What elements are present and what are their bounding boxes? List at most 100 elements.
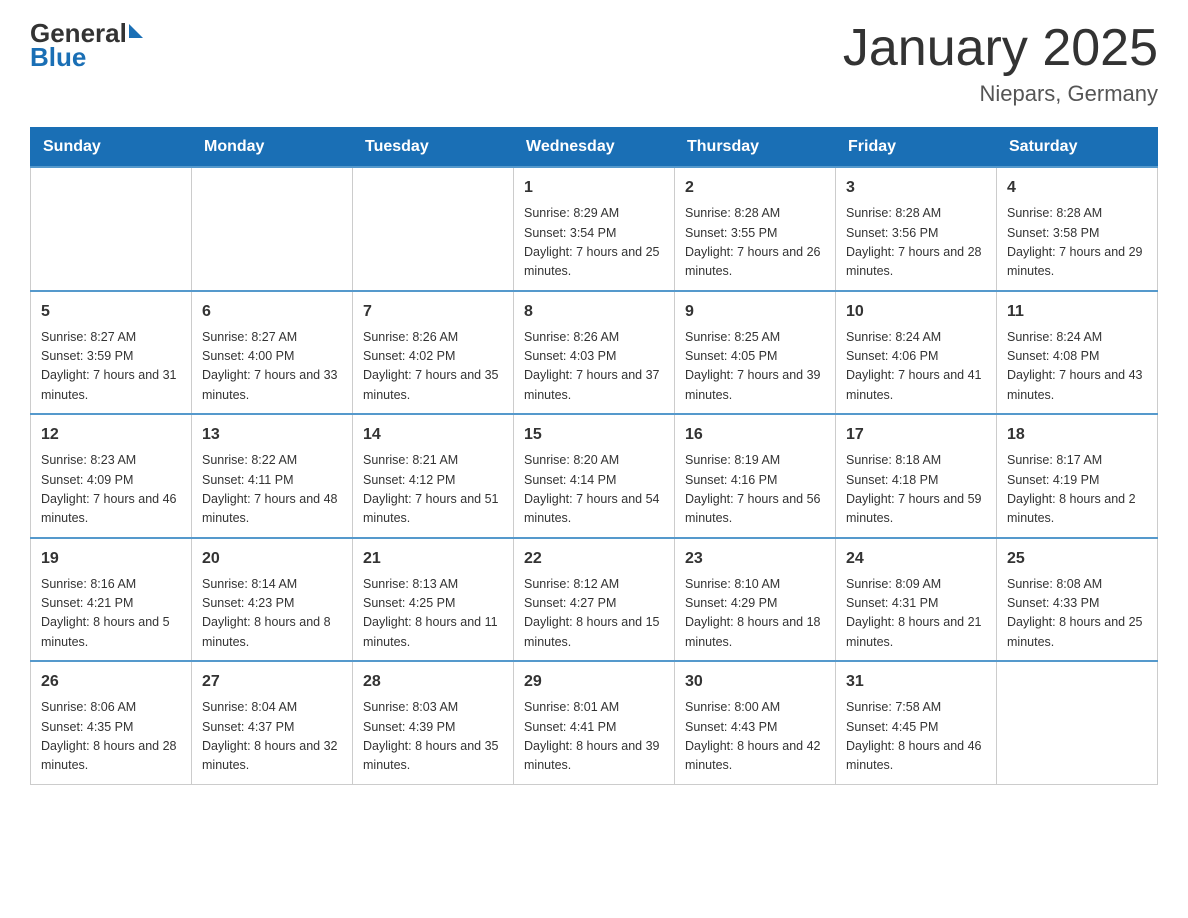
- location-subtitle: Niepars, Germany: [843, 81, 1158, 107]
- day-info: Sunrise: 8:13 AM Sunset: 4:25 PM Dayligh…: [363, 575, 503, 653]
- day-info: Sunrise: 8:04 AM Sunset: 4:37 PM Dayligh…: [202, 698, 342, 776]
- day-info: Sunrise: 8:06 AM Sunset: 4:35 PM Dayligh…: [41, 698, 181, 776]
- day-number: 19: [41, 547, 181, 571]
- calendar-cell: 29 Sunrise: 8:01 AM Sunset: 4:41 PM Dayli…: [514, 661, 675, 784]
- day-info: Sunrise: 8:01 AM Sunset: 4:41 PM Dayligh…: [524, 698, 664, 776]
- column-header-monday: Monday: [192, 128, 353, 168]
- day-info: Sunrise: 8:22 AM Sunset: 4:11 PM Dayligh…: [202, 451, 342, 529]
- calendar-cell: 5Sunrise: 8:27 AM Sunset: 3:59 PM Daylig…: [31, 291, 192, 415]
- calendar-cell: 27Sunrise: 8:04 AM Sunset: 4:37 PM Dayli…: [192, 661, 353, 784]
- calendar-cell: 22 Sunrise: 8:12 AM Sunset: 4:27 PM Dayli…: [514, 538, 675, 662]
- day-number: 10: [846, 300, 986, 324]
- day-number: 29: [524, 670, 664, 694]
- column-header-wednesday: Wednesday: [514, 128, 675, 168]
- calendar-cell: 12 Sunrise: 8:23 AM Sunset: 4:09 PM Dayli…: [31, 414, 192, 538]
- day-number: 6: [202, 300, 342, 324]
- day-number: 1: [524, 176, 664, 200]
- day-info: Sunrise: 8:12 AM Sunset: 4:27 PM Dayligh…: [524, 575, 664, 653]
- day-number: 2: [685, 176, 825, 200]
- calendar-cell: 8 Sunrise: 8:26 AM Sunset: 4:03 PM Daylig…: [514, 291, 675, 415]
- calendar-cell: 28 Sunrise: 8:03 AM Sunset: 4:39 PM Dayli…: [353, 661, 514, 784]
- calendar-cell: 31Sunrise: 7:58 AM Sunset: 4:45 PM Dayli…: [836, 661, 997, 784]
- calendar-cell: 16 Sunrise: 8:19 AM Sunset: 4:16 PM Dayli…: [675, 414, 836, 538]
- title-block: January 2025 Niepars, Germany: [843, 20, 1158, 107]
- calendar-cell: [192, 167, 353, 291]
- day-number: 26: [41, 670, 181, 694]
- day-number: 15: [524, 423, 664, 447]
- day-info: Sunrise: 8:20 AM Sunset: 4:14 PM Dayligh…: [524, 451, 664, 529]
- calendar-table: SundayMondayTuesdayWednesdayThursdayFrid…: [30, 127, 1158, 785]
- day-number: 28: [363, 670, 503, 694]
- month-title: January 2025: [843, 20, 1158, 77]
- calendar-cell: 19 Sunrise: 8:16 AM Sunset: 4:21 PM Dayli…: [31, 538, 192, 662]
- day-info: Sunrise: 8:19 AM Sunset: 4:16 PM Dayligh…: [685, 451, 825, 529]
- day-info: Sunrise: 7:58 AM Sunset: 4:45 PM Dayligh…: [846, 698, 986, 776]
- calendar-cell: 11 Sunrise: 8:24 AM Sunset: 4:08 PM Dayli…: [997, 291, 1158, 415]
- calendar-cell: 3 Sunrise: 8:28 AM Sunset: 3:56 PM Daylig…: [836, 167, 997, 291]
- day-number: 23: [685, 547, 825, 571]
- day-info: Sunrise: 8:24 AM Sunset: 4:08 PM Dayligh…: [1007, 328, 1147, 406]
- day-info: Sunrise: 8:17 AM Sunset: 4:19 PM Dayligh…: [1007, 451, 1147, 529]
- calendar-cell: 23 Sunrise: 8:10 AM Sunset: 4:29 PM Dayli…: [675, 538, 836, 662]
- day-info: Sunrise: 8:21 AM Sunset: 4:12 PM Dayligh…: [363, 451, 503, 529]
- page-header: General Blue January 2025 Niepars, Germa…: [30, 20, 1158, 107]
- day-number: 21: [363, 547, 503, 571]
- day-number: 22: [524, 547, 664, 571]
- day-info: Sunrise: 8:26 AM Sunset: 4:03 PM Dayligh…: [524, 328, 664, 406]
- day-info: Sunrise: 8:27 AM Sunset: 4:00 PM Dayligh…: [202, 328, 342, 406]
- calendar-cell: 10 Sunrise: 8:24 AM Sunset: 4:06 PM Dayli…: [836, 291, 997, 415]
- day-number: 12: [41, 423, 181, 447]
- day-info: Sunrise: 8:27 AM Sunset: 3:59 PM Dayligh…: [41, 328, 181, 406]
- day-info: Sunrise: 8:00 AM Sunset: 4:43 PM Dayligh…: [685, 698, 825, 776]
- calendar-cell: 20Sunrise: 8:14 AM Sunset: 4:23 PM Dayli…: [192, 538, 353, 662]
- calendar-cell: [31, 167, 192, 291]
- logo-triangle-icon: [129, 24, 143, 38]
- day-info: Sunrise: 8:08 AM Sunset: 4:33 PM Dayligh…: [1007, 575, 1147, 653]
- day-info: Sunrise: 8:24 AM Sunset: 4:06 PM Dayligh…: [846, 328, 986, 406]
- calendar-cell: 24 Sunrise: 8:09 AM Sunset: 4:31 PM Dayli…: [836, 538, 997, 662]
- calendar-cell: 7Sunrise: 8:26 AM Sunset: 4:02 PM Daylig…: [353, 291, 514, 415]
- calendar-cell: 13Sunrise: 8:22 AM Sunset: 4:11 PM Dayli…: [192, 414, 353, 538]
- day-number: 3: [846, 176, 986, 200]
- calendar-week-row: 5Sunrise: 8:27 AM Sunset: 3:59 PM Daylig…: [31, 291, 1158, 415]
- column-header-friday: Friday: [836, 128, 997, 168]
- day-number: 14: [363, 423, 503, 447]
- calendar-cell: 26 Sunrise: 8:06 AM Sunset: 4:35 PM Dayli…: [31, 661, 192, 784]
- calendar-cell: 14 Sunrise: 8:21 AM Sunset: 4:12 PM Dayli…: [353, 414, 514, 538]
- column-header-saturday: Saturday: [997, 128, 1158, 168]
- day-info: Sunrise: 8:28 AM Sunset: 3:56 PM Dayligh…: [846, 204, 986, 282]
- day-info: Sunrise: 8:10 AM Sunset: 4:29 PM Dayligh…: [685, 575, 825, 653]
- day-number: 30: [685, 670, 825, 694]
- day-info: Sunrise: 8:18 AM Sunset: 4:18 PM Dayligh…: [846, 451, 986, 529]
- calendar-cell: 1 Sunrise: 8:29 AM Sunset: 3:54 PM Daylig…: [514, 167, 675, 291]
- calendar-week-row: 1 Sunrise: 8:29 AM Sunset: 3:54 PM Daylig…: [31, 167, 1158, 291]
- day-info: Sunrise: 8:25 AM Sunset: 4:05 PM Dayligh…: [685, 328, 825, 406]
- day-info: Sunrise: 8:23 AM Sunset: 4:09 PM Dayligh…: [41, 451, 181, 529]
- calendar-cell: 25 Sunrise: 8:08 AM Sunset: 4:33 PM Dayli…: [997, 538, 1158, 662]
- calendar-header-row: SundayMondayTuesdayWednesdayThursdayFrid…: [31, 128, 1158, 168]
- day-info: Sunrise: 8:16 AM Sunset: 4:21 PM Dayligh…: [41, 575, 181, 653]
- column-header-thursday: Thursday: [675, 128, 836, 168]
- column-header-sunday: Sunday: [31, 128, 192, 168]
- day-number: 4: [1007, 176, 1147, 200]
- calendar-cell: 4 Sunrise: 8:28 AM Sunset: 3:58 PM Daylig…: [997, 167, 1158, 291]
- day-number: 8: [524, 300, 664, 324]
- day-number: 25: [1007, 547, 1147, 571]
- day-info: Sunrise: 8:28 AM Sunset: 3:58 PM Dayligh…: [1007, 204, 1147, 282]
- day-info: Sunrise: 8:28 AM Sunset: 3:55 PM Dayligh…: [685, 204, 825, 282]
- day-info: Sunrise: 8:29 AM Sunset: 3:54 PM Dayligh…: [524, 204, 664, 282]
- day-number: 16: [685, 423, 825, 447]
- day-number: 24: [846, 547, 986, 571]
- day-info: Sunrise: 8:26 AM Sunset: 4:02 PM Dayligh…: [363, 328, 503, 406]
- calendar-cell: [997, 661, 1158, 784]
- calendar-week-row: 26 Sunrise: 8:06 AM Sunset: 4:35 PM Dayli…: [31, 661, 1158, 784]
- calendar-cell: 15 Sunrise: 8:20 AM Sunset: 4:14 PM Dayli…: [514, 414, 675, 538]
- calendar-cell: 6 Sunrise: 8:27 AM Sunset: 4:00 PM Daylig…: [192, 291, 353, 415]
- calendar-week-row: 19 Sunrise: 8:16 AM Sunset: 4:21 PM Dayli…: [31, 538, 1158, 662]
- calendar-cell: [353, 167, 514, 291]
- day-info: Sunrise: 8:09 AM Sunset: 4:31 PM Dayligh…: [846, 575, 986, 653]
- day-info: Sunrise: 8:03 AM Sunset: 4:39 PM Dayligh…: [363, 698, 503, 776]
- day-number: 18: [1007, 423, 1147, 447]
- day-number: 11: [1007, 300, 1147, 324]
- column-header-tuesday: Tuesday: [353, 128, 514, 168]
